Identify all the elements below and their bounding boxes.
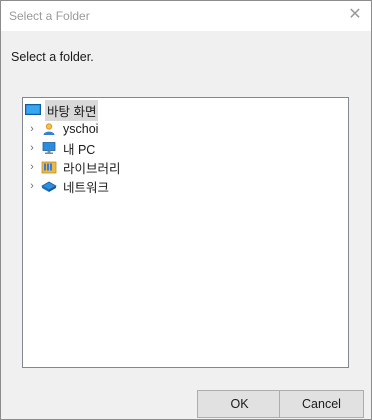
tree-item-this-pc[interactable]: › 내 PC xyxy=(27,139,97,157)
tree-item-label: 내 PC xyxy=(63,142,96,157)
chevron-right-icon[interactable]: › xyxy=(27,123,37,135)
user-folder-icon xyxy=(43,123,55,135)
tree-item-label: yschoi xyxy=(63,122,99,136)
desktop-icon xyxy=(25,104,41,115)
title-bar: Select a Folder ✕ xyxy=(1,1,371,31)
tree-item-desktop[interactable]: 바탕 화면 xyxy=(25,99,99,121)
folder-tree[interactable]: 바탕 화면 › yschoi › 내 PC › 라이브러리 › 네트워크 xyxy=(22,97,349,368)
this-pc-icon xyxy=(42,142,56,154)
chevron-right-icon[interactable]: › xyxy=(27,142,37,154)
tree-item-yschoi[interactable]: › yschoi xyxy=(27,120,100,138)
network-icon xyxy=(41,181,57,192)
select-folder-dialog: Select a Folder ✕ Select a folder. 바탕 화면… xyxy=(0,0,372,420)
tree-item-network[interactable]: › 네트워크 xyxy=(27,177,111,195)
cancel-button[interactable]: Cancel xyxy=(279,390,364,418)
tree-item-label: 네트워크 xyxy=(63,180,110,195)
tree-item-libraries[interactable]: › 라이브러리 xyxy=(27,158,123,176)
chevron-right-icon[interactable]: › xyxy=(27,180,37,192)
close-icon[interactable]: ✕ xyxy=(345,5,365,25)
tree-item-label: 바탕 화면 xyxy=(45,99,99,121)
libraries-icon xyxy=(41,161,57,174)
ok-button[interactable]: OK xyxy=(197,390,282,418)
chevron-right-icon[interactable]: › xyxy=(27,161,37,173)
dialog-title: Select a Folder xyxy=(9,9,90,23)
tree-item-label: 라이브러리 xyxy=(63,161,121,176)
dialog-description: Select a folder. xyxy=(11,50,94,64)
